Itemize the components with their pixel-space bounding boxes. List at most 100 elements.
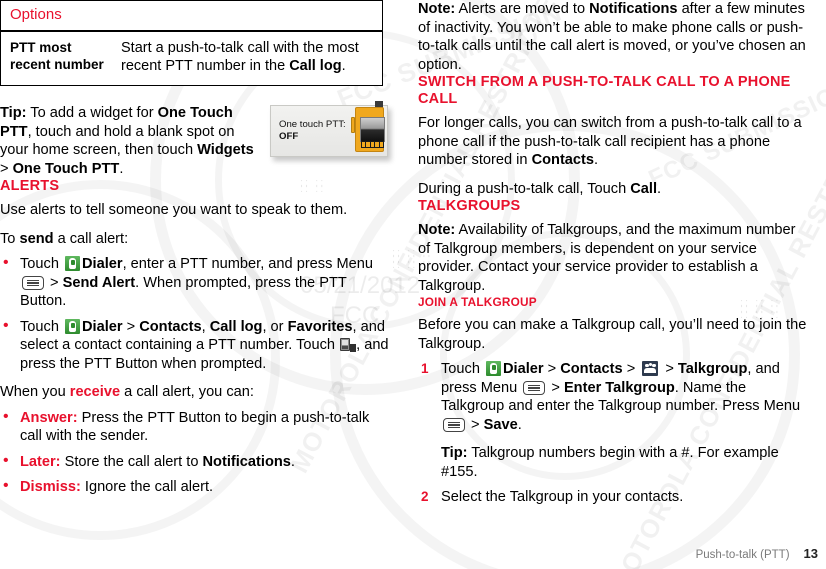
later-notifications-label: Notifications	[202, 453, 291, 470]
widget-title: One touch PTT:	[279, 119, 346, 130]
option-desc-post: .	[341, 58, 346, 74]
step-number: 2	[421, 489, 429, 504]
s1-enter-talkgroup-label: Enter Talkgroup	[563, 379, 675, 396]
subsection-heading-join-a-talkgroup: JOIN A TALKGROUP	[418, 295, 537, 309]
list-item: 2 Select the Talkgroup in your contacts.	[418, 488, 808, 507]
s1-contacts-label: Contacts	[560, 361, 623, 377]
tip-b2: Widgets	[197, 142, 254, 158]
menu-icon	[22, 275, 44, 290]
tip-b3: One Touch PTT	[12, 160, 120, 177]
footer-chapter-title: Push-to-talk (PTT)	[695, 549, 790, 561]
s1-save-label: Save	[483, 416, 518, 433]
footer-page-number: 13	[803, 546, 818, 561]
s1-t6: >	[547, 379, 564, 396]
b2-t4: , or	[262, 318, 288, 335]
talkgroup-number-tip: Tip: Talkgroup numbers begin with a #. F…	[441, 444, 808, 481]
dialer-icon	[65, 318, 80, 334]
step-number: 1	[421, 361, 429, 376]
radio-keypad	[361, 141, 384, 148]
join-talkgroup-steps: 1 Touch Dialer > Contacts > > Talkgroup, …	[418, 360, 808, 507]
left-column: Options PTT most recent number Start a p…	[0, 0, 390, 497]
list-item: Later: Store the call alert to Notificat…	[0, 452, 390, 472]
b1-send-alert-label: Send Alert	[62, 274, 136, 291]
send-lead-in: To send a call alert:	[0, 230, 390, 249]
note-notifications-label: Notifications	[589, 1, 678, 17]
widget-label: One touch PTT: OFF	[271, 119, 349, 143]
option-description-cell: Start a push-to-talk call with the most …	[118, 32, 382, 85]
list-item: Answer: Press the PTT Button to begin a …	[0, 408, 390, 446]
tip-label: Tip:	[0, 105, 27, 121]
s1-t2: >	[543, 361, 561, 377]
switch-p1-pre: For longer calls, you can switch from a …	[418, 115, 802, 168]
b2-t1: Touch	[20, 318, 63, 335]
list-item: Touch Dialer > Contacts, Call log, or Fa…	[0, 317, 390, 374]
s1-talkgroup-label: Talkgroup	[677, 361, 748, 377]
send-lead-pre: To	[0, 230, 20, 247]
switch-p1-post: .	[594, 152, 599, 168]
b2-dialer-label: Dialer	[82, 318, 123, 335]
section-heading-switch-to-phone-call: SWITCH FROM A PUSH-TO-TALK CALL TO A PHO…	[418, 74, 791, 107]
receive-lead-pre: When you	[0, 384, 70, 400]
note-talkgroup-availability: Note: Availability of Talkgroups, and th…	[418, 221, 808, 295]
switch-p2-pre: During a push-to-talk call, Touch	[418, 180, 631, 197]
tip-t3: >	[0, 160, 13, 177]
note-alerts-moved: Note: Alerts are moved to Notifications …	[418, 0, 808, 74]
tip-block: Tip: To add a widget for One Touch PTT, …	[0, 101, 390, 178]
menu-icon	[443, 417, 465, 432]
send-lead-bold: send	[19, 230, 54, 247]
tip-text: Talkgroup numbers begin with a #. For ex…	[441, 445, 779, 480]
list-item: Dismiss: Ignore the call alert.	[0, 477, 390, 497]
join-talkgroup-intro: Before you can make a Talkgroup call, yo…	[418, 317, 807, 352]
dialer-icon	[486, 361, 501, 376]
option-desc-bold: Call log	[289, 58, 342, 74]
s1-dialer-label: Dialer	[503, 361, 544, 377]
send-alert-bullets: Touch Dialer, enter a PTT number, and pr…	[0, 254, 390, 374]
note-t1: Alerts are moved to	[455, 1, 590, 17]
ptt-contact-icon	[340, 337, 357, 352]
tip-t4: .	[119, 160, 124, 177]
answer-label: Answer:	[20, 409, 78, 426]
b1-t1: Touch	[20, 256, 63, 272]
options-table-header: Options	[1, 1, 382, 32]
note-label: Note:	[418, 222, 456, 238]
switch-p2-post: .	[657, 180, 662, 197]
radio-body	[355, 107, 385, 152]
note-label: Note:	[418, 1, 456, 17]
section-heading-alerts: ALERTS	[0, 178, 60, 194]
options-table: Options PTT most recent number Start a p…	[0, 0, 383, 86]
manual-page: MOTOROLA CONFIDENTIAL RESTRICTED FCC SUB…	[0, 0, 826, 569]
list-item: 1 Touch Dialer > Contacts > > Talkgroup, …	[418, 360, 808, 481]
b1-t3: >	[46, 274, 63, 291]
options-header-label: Options	[10, 6, 62, 23]
right-column: Note: Alerts are moved to Notifications …	[418, 0, 808, 507]
tip-t1: To add a widget for	[26, 105, 158, 121]
receive-lead-red: receive	[69, 384, 121, 400]
later-t2: .	[290, 453, 295, 470]
b2-calllog-label: Call log	[209, 318, 263, 335]
dialer-icon	[65, 256, 80, 271]
b1-dialer-label: Dialer	[82, 256, 123, 272]
s1-t4: >	[661, 361, 678, 377]
table-row: PTT most recent number Start a push-to-t…	[1, 32, 382, 85]
switch-paragraph-1: For longer calls, you can switch from a …	[418, 114, 808, 170]
send-lead-post: a call alert:	[53, 230, 129, 247]
s1-t1: Touch	[441, 361, 484, 377]
receive-lead-in: When you receive a call alert, you can:	[0, 383, 390, 402]
note-talkgroup-text: Availability of Talkgroups, and the maxi…	[418, 222, 796, 294]
menu-icon	[523, 380, 546, 395]
later-label: Later:	[20, 453, 61, 470]
tip-text: Tip: To add a widget for One Touch PTT, …	[0, 104, 258, 178]
b2-t3: ,	[201, 318, 210, 335]
dismiss-text: Ignore the call alert.	[80, 479, 214, 495]
talkgroup-icon	[642, 361, 659, 376]
radio-screen	[360, 117, 385, 142]
two-way-radio-icon	[351, 101, 385, 153]
b2-t2: >	[122, 318, 140, 335]
s1-t3: >	[622, 361, 640, 377]
radio-ptt-button	[351, 117, 355, 133]
list-item: Touch Dialer, enter a PTT number, and pr…	[0, 254, 390, 311]
switch-p1-contacts-label: Contacts	[531, 152, 595, 168]
receive-lead-post: a call alert, you can:	[120, 384, 254, 400]
receive-alert-bullets: Answer: Press the PTT Button to begin a …	[0, 408, 390, 497]
section-heading-talkgroups: TALKGROUPS	[418, 198, 521, 214]
